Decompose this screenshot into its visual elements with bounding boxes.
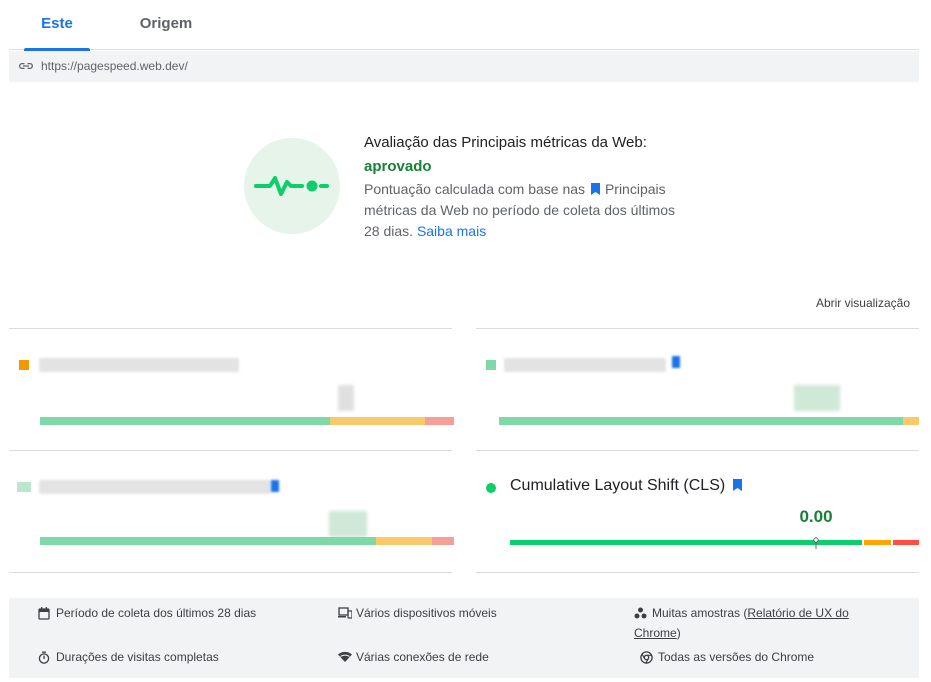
metric-name-blurred [504,358,666,372]
url-text: https://pagespeed.web.dev/ [41,59,188,73]
vitals-pass-icon [244,138,340,234]
chrome-icon [640,651,653,664]
learn-more-link[interactable]: Saiba mais [417,223,486,239]
metric-status-dot [486,360,496,370]
devices-icon [338,607,352,619]
cls-distribution-bar [510,540,919,545]
metric-distribution-bar [40,537,454,545]
info-visit-durations: Durações de visitas completas [38,647,219,667]
wifi-icon [338,651,352,662]
metric-value-blurred [329,511,367,537]
assessment-description: Pontuação calculada com base nas Princip… [364,181,676,239]
cls-metric-value: 0.00 [799,507,833,526]
info-collection-period: Período de coleta dos últimos 28 dias [38,603,256,623]
assessment-summary: Avaliação das Principais métricas da Web… [364,131,694,242]
cls-value-marker [813,537,819,549]
calendar-icon [38,607,50,620]
collection-info-panel: Período de coleta dos últimos 28 dias Vá… [9,598,919,678]
tab-este-url[interactable]: Este URL [24,0,90,80]
url-bar: https://pagespeed.web.dev/ [9,51,919,82]
info-network-connections: Várias conexões de rede [338,647,489,667]
tab-bar: Este URL Origem [9,0,919,80]
open-view-toggle[interactable]: Abrir visualização [816,296,910,310]
link-icon [19,63,33,69]
bookmark-icon[interactable] [733,479,743,491]
metric-panel-lcp [9,328,454,450]
metric-name-blurred [39,358,239,372]
assessment-title: Avaliação das Principais métricas da Web… [364,134,647,175]
metric-distribution-bar [40,417,454,425]
metric-panel-inp [476,328,919,450]
metric-status-dot [17,482,31,492]
metric-name-blurred [39,480,271,494]
samples-icon [634,607,647,619]
stopwatch-icon [38,651,50,664]
metric-panel-cls: Cumulative Layout Shift (CLS) 0.00 [476,450,919,572]
tab-origem[interactable]: Origem [135,0,197,50]
metric-panel-fcp [9,450,454,572]
assessment-status: aprovado [364,158,432,175]
cls-metric-name: Cumulative Layout Shift (CLS) [510,477,743,495]
info-samples: Muitas amostras (Relatório de UX do Chro… [634,606,849,640]
metric-value-blurred [794,385,840,411]
metric-status-dot [19,360,29,370]
info-chrome-versions: Todas as versões do Chrome [640,647,814,667]
bookmark-icon [271,480,279,492]
bookmark-icon [590,183,600,195]
bookmark-icon [672,356,680,368]
info-devices: Vários dispositivos móveis [338,603,497,623]
cls-status-dot [486,483,496,493]
metric-value-blurred [338,385,354,411]
metric-distribution-bar [499,417,919,425]
